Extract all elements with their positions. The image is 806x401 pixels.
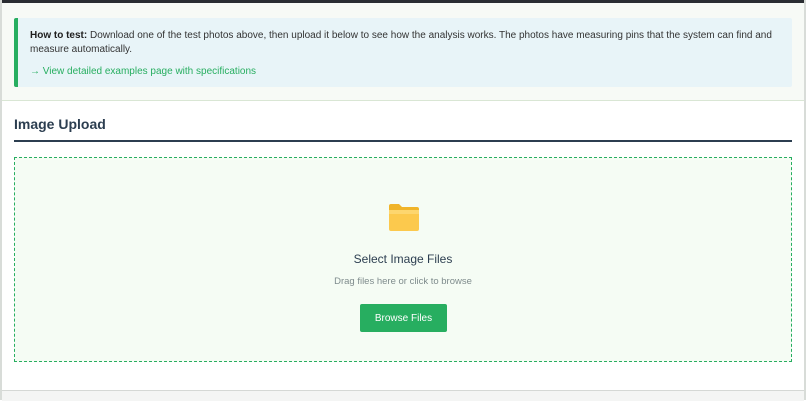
dropzone-title: Select Image Files [353, 252, 453, 266]
folder-icon [389, 204, 419, 231]
examples-page-link[interactable]: → View detailed examples page with speci… [30, 66, 256, 77]
how-to-test-text: How to test: Download one of the test ph… [30, 29, 780, 57]
how-to-test-box: How to test: Download one of the test ph… [14, 18, 792, 87]
browse-files-button[interactable]: Browse Files [360, 304, 447, 332]
how-to-test-body: Download one of the test photos above, t… [30, 30, 772, 55]
image-upload-heading: Image Upload [14, 116, 106, 132]
file-dropzone[interactable]: Select Image Files Drag files here or cl… [14, 157, 792, 362]
next-section-edge [2, 390, 804, 401]
how-to-test-label: How to test: [30, 30, 88, 41]
dropzone-subtitle: Drag files here or click to browse [334, 276, 472, 287]
heading-divider [14, 140, 792, 142]
instructions-panel: How to test: Download one of the test ph… [2, 3, 804, 101]
